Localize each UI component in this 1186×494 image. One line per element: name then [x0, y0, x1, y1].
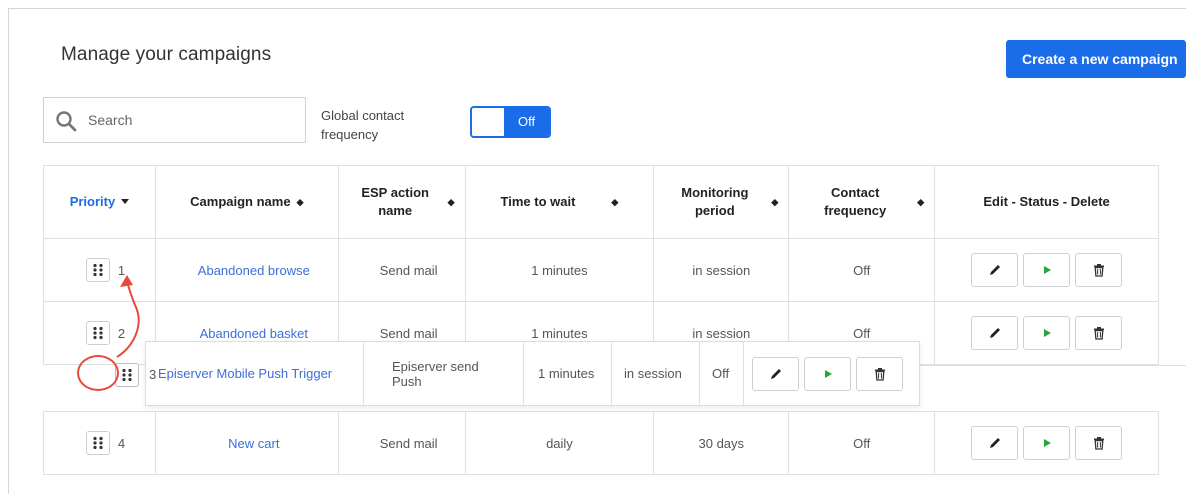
time-to-wait-cell: 1 minutes — [524, 342, 612, 405]
monitoring-period-cell: in session — [612, 342, 700, 405]
column-header-label: Monitoring period — [681, 185, 749, 218]
table-row: 1 Abandoned browse Send mail 1 minutes i… — [43, 238, 1159, 302]
priority-cell: 4 — [43, 411, 156, 475]
delete-button[interactable] — [1075, 316, 1123, 350]
campaign-link[interactable]: New cart — [228, 436, 279, 451]
row-divider — [918, 365, 1186, 366]
global-frequency-toggle[interactable]: Off — [470, 106, 551, 138]
trash-icon — [1093, 264, 1104, 277]
drag-handle-icon[interactable] — [85, 431, 110, 455]
pencil-icon — [989, 328, 1000, 338]
pencil-icon — [770, 368, 781, 379]
campaign-link[interactable]: Abandoned browse — [198, 263, 310, 278]
create-campaign-button[interactable]: Create a new campaign — [1006, 40, 1186, 78]
status-button[interactable] — [1023, 426, 1071, 460]
search-icon — [56, 111, 77, 132]
actions-cell — [934, 411, 1159, 475]
monitoring-period-cell: 30 days — [653, 411, 790, 475]
priority-number: 4 — [117, 435, 126, 451]
monitoring-period-cell: in session — [653, 238, 790, 302]
caret-down-icon — [121, 199, 130, 204]
play-icon — [1043, 439, 1051, 447]
status-button[interactable] — [1023, 316, 1071, 350]
time-to-wait-cell: 1 minutes — [464, 238, 655, 302]
pencil-icon — [989, 438, 1000, 448]
column-header-label: ESP action name — [361, 185, 430, 218]
global-frequency-label: Global contact frequency — [321, 108, 405, 142]
column-header-esp-action[interactable]: ESP action name ◆ — [337, 165, 466, 239]
edit-button[interactable] — [971, 253, 1019, 287]
sort-icon: ◆ — [611, 196, 619, 207]
status-button[interactable] — [1023, 253, 1071, 287]
pencil-icon — [989, 265, 1000, 275]
column-header-priority[interactable]: Priority — [43, 165, 156, 239]
column-header-label: Time to wait — [500, 194, 576, 209]
campaign-name-cell: New cart — [154, 411, 339, 475]
esp-action-cell: Send mail — [337, 411, 466, 475]
status-button[interactable] — [804, 356, 851, 391]
delete-button[interactable] — [1075, 253, 1123, 287]
sort-icon: ◆ — [447, 196, 455, 207]
edit-button[interactable] — [971, 426, 1019, 460]
column-header-label: Campaign name — [190, 194, 291, 209]
sort-icon: ◆ — [296, 196, 304, 207]
dragging-row[interactable]: 3 Episerver Mobile Push Trigger Episerve… — [115, 341, 920, 406]
edit-button[interactable] — [971, 316, 1019, 350]
trash-icon — [1093, 327, 1104, 340]
campaign-link[interactable]: Abandoned basket — [200, 326, 308, 341]
column-header-label: Edit - Status - Delete — [983, 194, 1110, 209]
esp-action-cell: Send mail — [337, 238, 466, 302]
esp-action-cell: Episerver send Push — [364, 342, 524, 405]
table-row: 4 New cart Send mail daily 30 days Off — [43, 411, 1159, 475]
sort-icon: ◆ — [917, 196, 925, 207]
campaign-name-cell: Episerver Mobile Push Trigger — [146, 342, 364, 405]
toggle-knob — [472, 108, 504, 136]
campaign-name-cell: Abandoned browse — [154, 238, 339, 302]
search-box[interactable] — [43, 97, 306, 143]
time-to-wait-cell: daily — [464, 411, 655, 475]
column-header-label: Contact frequency — [824, 185, 887, 218]
contact-frequency-cell: Off — [788, 411, 936, 475]
priority-number: 3 — [149, 367, 157, 382]
delete-button[interactable] — [1075, 426, 1123, 460]
trash-icon — [1093, 437, 1104, 450]
edit-button[interactable] — [752, 356, 799, 391]
delete-button[interactable] — [856, 356, 903, 391]
table-header-row: Priority Campaign name ◆ ESP action name ◆… — [43, 165, 1159, 239]
contact-frequency-cell: Off — [788, 238, 936, 302]
column-header-label: Priority — [69, 194, 116, 209]
page-title: Manage your campaigns — [61, 44, 272, 65]
column-header-contact-frequency[interactable]: Contact frequency ◆ — [788, 165, 936, 239]
actions-cell — [934, 301, 1159, 365]
actions-cell — [934, 238, 1159, 302]
campaigns-table: Priority Campaign name ◆ ESP action name ◆… — [43, 165, 1159, 475]
search-input[interactable] — [88, 108, 298, 132]
column-header-actions: Edit - Status - Delete — [934, 165, 1159, 239]
campaign-link[interactable]: Episerver Mobile Push Trigger — [158, 366, 332, 381]
sort-icon: ◆ — [771, 196, 779, 207]
toggle-state-label: Off — [504, 108, 549, 136]
annotation-arrow-icon — [116, 275, 140, 358]
column-header-monitoring-period[interactable]: Monitoring period ◆ — [653, 165, 790, 239]
column-header-time-to-wait[interactable]: Time to wait ◆ — [464, 165, 655, 239]
play-icon — [824, 369, 832, 378]
play-icon — [1043, 329, 1051, 337]
trash-icon — [874, 367, 885, 381]
column-header-campaign-name[interactable]: Campaign name ◆ — [154, 165, 339, 239]
play-icon — [1043, 266, 1051, 274]
actions-cell — [744, 356, 903, 391]
contact-frequency-cell: Off — [700, 342, 744, 405]
